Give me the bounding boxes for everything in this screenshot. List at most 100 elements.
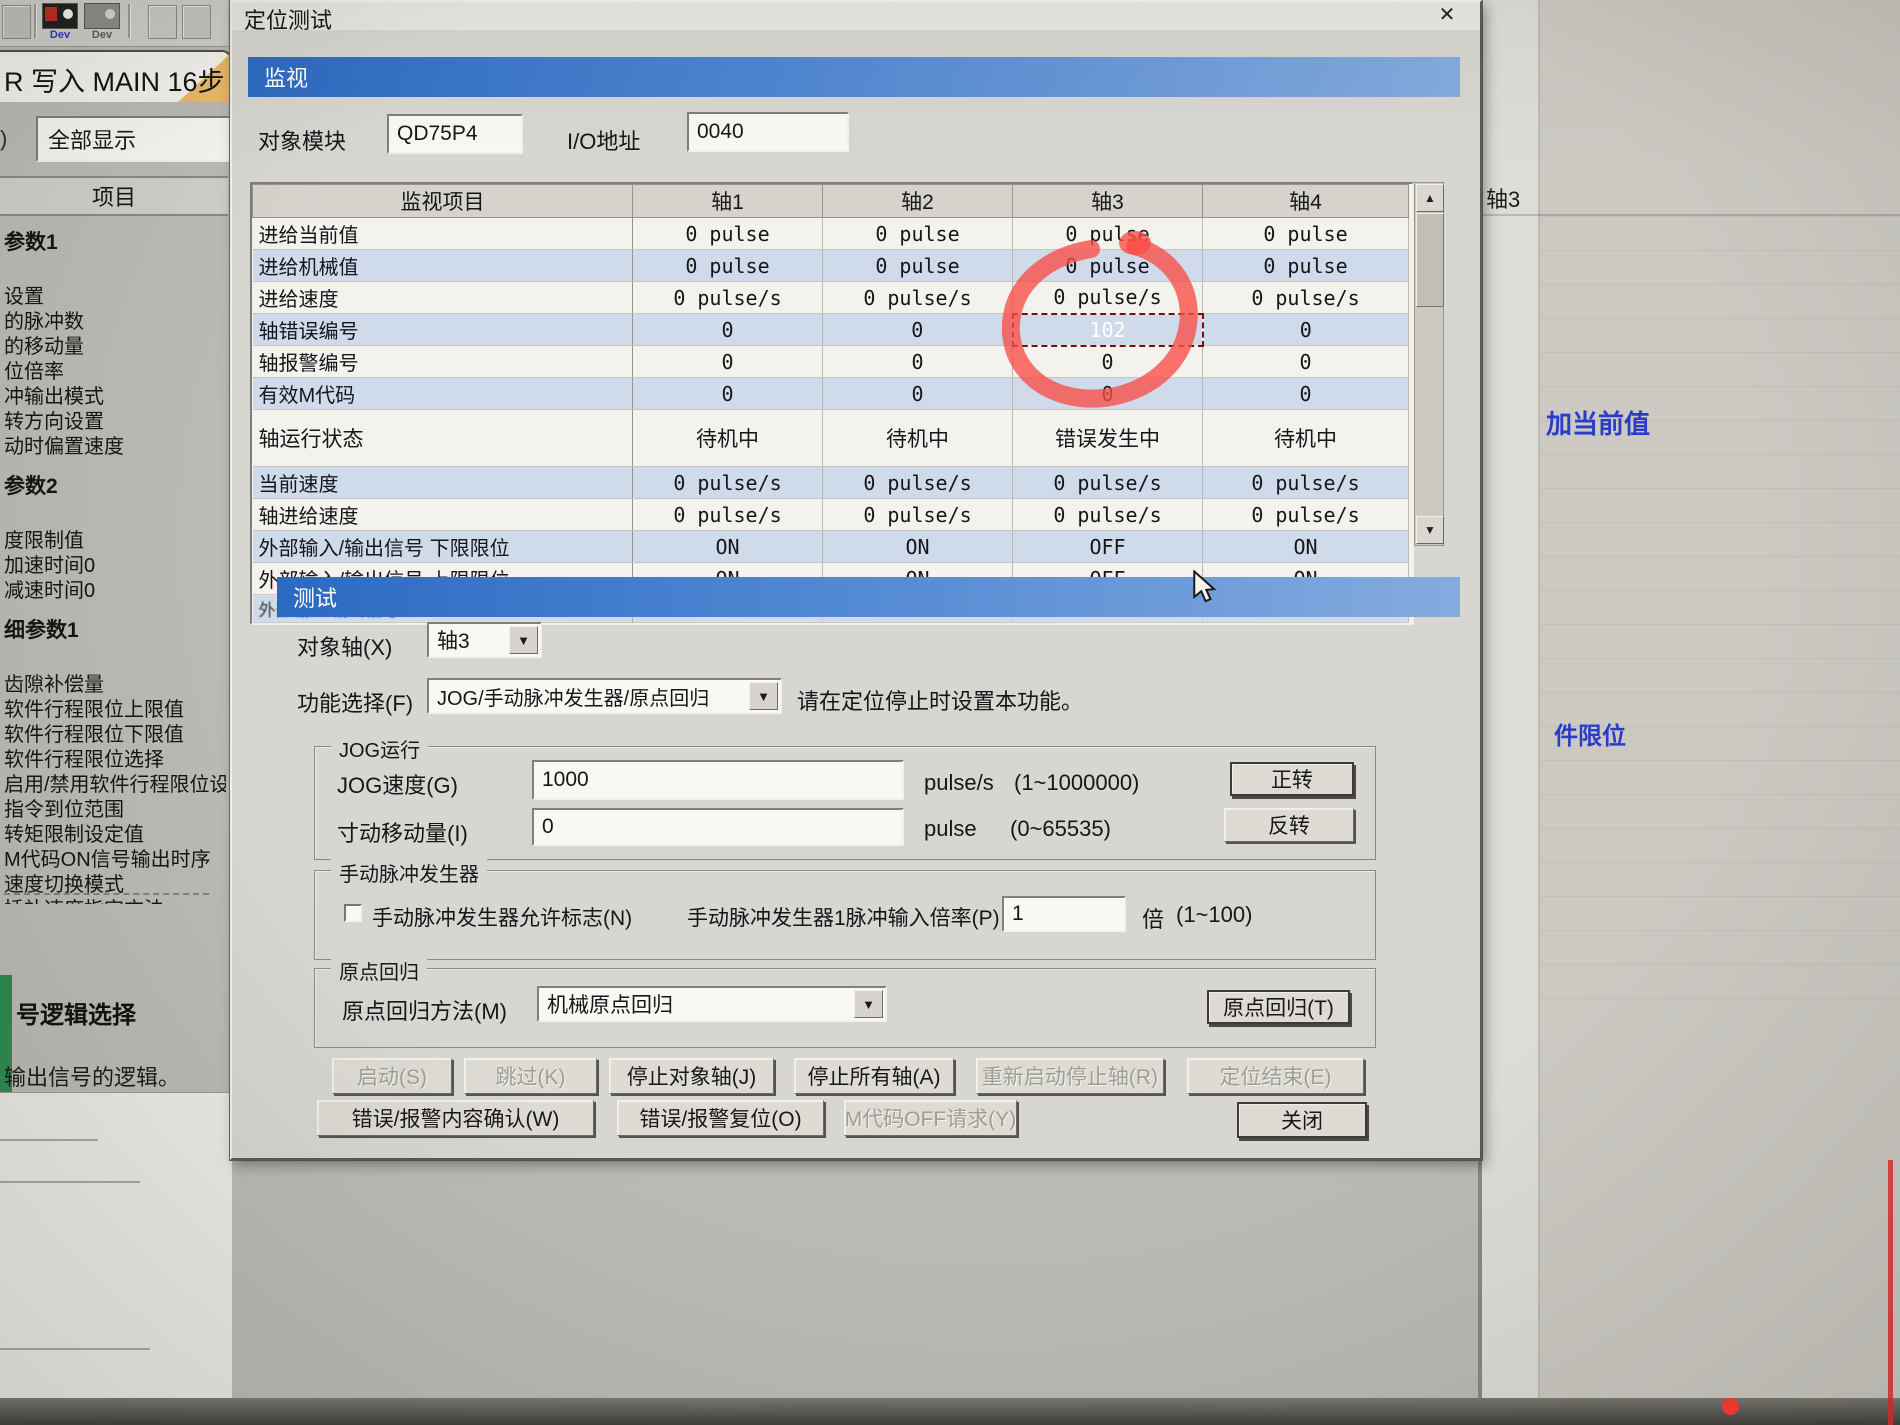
tree-item[interactable]: 参数1	[0, 230, 226, 255]
monitor-table-scrollbar[interactable]: ▲ ▼	[1414, 182, 1444, 546]
monitor-cell-axis4: 0	[1203, 346, 1409, 378]
error-alarm-confirm-button[interactable]: 错误/报警内容确认(W)	[317, 1100, 594, 1136]
tree-item[interactable]: 设置	[0, 285, 226, 310]
mpg-enable-checkbox[interactable]	[344, 904, 362, 922]
monitor-cell-axis2: 0	[823, 314, 1013, 346]
tree-item[interactable]: 动时偏置速度	[0, 435, 226, 460]
monitor-table-row: 当前速度 0 pulse/s 0 pulse/s 0 pulse/s 0 pul…	[253, 467, 1409, 499]
toolbar-icon[interactable]	[148, 5, 177, 39]
monitor-cell-axis4: 待机中	[1203, 410, 1409, 467]
inching-amount-input[interactable]: 0	[532, 808, 904, 846]
dev-tool-icon[interactable]: Dev	[42, 3, 78, 43]
target-axis-dropdown[interactable]: 轴3 ▼	[427, 622, 542, 658]
dev-tool-icon-disabled[interactable]: Dev	[84, 3, 120, 43]
stop-all-axes-button[interactable]: 停止所有轴(A)	[794, 1058, 954, 1094]
tree-item[interactable]: 参数2	[0, 474, 226, 499]
io-address-field[interactable]: 0040	[687, 112, 849, 152]
tree-item[interactable]: 软件行程限位选择	[0, 748, 226, 773]
monitor-cell-axis2: 0 pulse	[823, 250, 1013, 282]
opr-start-button[interactable]: 原点回归(T)	[1207, 990, 1350, 1024]
tree-item[interactable]: 指令到位范围	[0, 798, 226, 823]
stop-target-axis-button[interactable]: 停止对象轴(J)	[609, 1058, 774, 1094]
target-module-field[interactable]: QD75P4	[387, 114, 523, 154]
monitor-cell-axis4: 0 pulse	[1203, 218, 1409, 250]
scrollbar-thumb[interactable]	[1416, 213, 1444, 307]
tree-item[interactable]: 转方向设置	[0, 410, 226, 435]
monitor-cell-axis2: 0 pulse/s	[823, 467, 1013, 499]
inching-amount-label: 寸动移动量(I)	[337, 816, 468, 848]
toolbar-separator	[128, 4, 130, 38]
start-button[interactable]: 启动(S)	[332, 1058, 452, 1094]
monitor-table-header-row: 监视项目 轴1 轴2 轴3 轴4	[253, 185, 1409, 218]
monitor-cell-axis1: 0	[633, 378, 823, 410]
close-icon[interactable]: ✕	[1432, 2, 1462, 26]
tree-divider	[4, 893, 209, 895]
monitor-cell-axis1: 0 pulse	[633, 218, 823, 250]
right-panel-link-limit[interactable]: 件限位	[1554, 716, 1626, 751]
skip-button[interactable]: 跳过(K)	[464, 1058, 597, 1094]
reverse-rotation-button[interactable]: 反转	[1224, 808, 1354, 842]
monitor-cell-axis4: 0 pulse/s	[1203, 467, 1409, 499]
tree-item[interactable]: 插补速度指定方法	[0, 898, 226, 904]
scroll-up-icon[interactable]: ▲	[1416, 184, 1444, 212]
monitor-cell-axis2: 待机中	[823, 410, 1013, 467]
tree-item[interactable]: 转矩限制设定值	[0, 823, 226, 848]
mpg-rate-input[interactable]: 1	[1002, 896, 1126, 932]
editor-tab[interactable]: R 写入 MAIN 16步	[0, 50, 232, 102]
tree-item[interactable]: 软件行程限位下限值	[0, 723, 226, 748]
positioning-end-button[interactable]: 定位结束(E)	[1187, 1058, 1364, 1094]
monitor-cell-axis3: 0	[1013, 378, 1203, 410]
toolbar-separator	[34, 4, 36, 38]
tree-item[interactable]: 的脉冲数	[0, 310, 226, 335]
toolbar-icon[interactable]	[182, 5, 211, 39]
forward-rotation-button[interactable]: 正转	[1230, 762, 1354, 796]
restart-stopped-axis-button[interactable]: 重新启动停止轴(R)	[976, 1058, 1164, 1094]
tree-item[interactable]: M代码ON信号输出时序	[0, 848, 226, 873]
mcode-off-request-button[interactable]: M代码OFF请求(Y)	[844, 1100, 1017, 1136]
tree-item[interactable]: 启用/禁用软件行程限位设置	[0, 773, 226, 798]
function-select-value: JOG/手动脉冲发生器/原点回归	[437, 682, 709, 711]
mpg-rate-range: (1~100)	[1176, 902, 1252, 928]
monitor-cell-axis2: 0 pulse	[823, 218, 1013, 250]
error-alarm-reset-button[interactable]: 错误/报警复位(O)	[617, 1100, 824, 1136]
inching-amount-value: 0	[542, 815, 554, 839]
monitor-table-row: 轴进给速度 0 pulse/s 0 pulse/s 0 pulse/s 0 pu…	[253, 499, 1409, 531]
jog-speed-input[interactable]: 1000	[532, 760, 904, 800]
monitor-cell-axis4: 0 pulse/s	[1203, 282, 1409, 314]
tree-item[interactable]: 加速时间0	[0, 554, 226, 579]
tree-item[interactable]: 软件行程限位上限值	[0, 698, 226, 723]
monitor-item-label: 有效M代码	[253, 378, 633, 410]
target-module-value: QD75P4	[397, 122, 478, 146]
monitor-table: 监视项目 轴1 轴2 轴3 轴4 进给当前值 0 pulse 0 pulse 0…	[250, 182, 1414, 625]
monitor-table-row: 进给机械值 0 pulse 0 pulse 0 pulse 0 pulse	[253, 250, 1409, 282]
chevron-down-icon[interactable]: ▼	[509, 626, 538, 654]
chevron-down-icon[interactable]: ▼	[854, 990, 883, 1018]
monitor-item-label: 进给速度	[253, 282, 633, 314]
target-module-label: 对象模块	[258, 124, 346, 156]
close-button[interactable]: 关闭	[1237, 1102, 1367, 1138]
monitor-cell-axis2: ON	[823, 531, 1013, 563]
tree-item[interactable]: 细参数1	[0, 618, 226, 643]
tree-item[interactable]: 齿隙补偿量	[0, 673, 226, 698]
function-select-dropdown[interactable]: JOG/手动脉冲发生器/原点回归 ▼	[427, 678, 782, 714]
tree-item[interactable]: 的移动量	[0, 335, 226, 360]
function-hint-text: 请在定位停止时设置本功能。	[797, 684, 1083, 716]
logic-select-section-title: 号逻辑选择	[16, 995, 136, 1030]
monitor-item-label: 轴错误编号	[253, 314, 633, 346]
chevron-down-icon[interactable]: ▼	[749, 682, 778, 710]
toolbar-icon[interactable]	[2, 5, 31, 39]
right-panel-rows	[1540, 216, 1900, 1016]
monitor-item-label: 外部输入/输出信号 下限限位	[253, 531, 633, 563]
tree-item[interactable]: 位倍率	[0, 360, 226, 385]
dialog-titlebar[interactable]: 定位测试 ✕	[232, 2, 1480, 30]
opr-method-dropdown[interactable]: 机械原点回归 ▼	[537, 986, 887, 1022]
tree-item[interactable]: 度限制值	[0, 529, 226, 554]
monitor-cell-axis1: 0	[633, 346, 823, 378]
monitor-item-label: 轴报警编号	[253, 346, 633, 378]
display-filter-combobox[interactable]: 全部显示	[36, 116, 236, 162]
tree-item[interactable]: 减速时间0	[0, 579, 226, 604]
scroll-down-icon[interactable]: ▼	[1416, 516, 1444, 544]
monitor-table-row: 轴报警编号 0 0 0 0	[253, 346, 1409, 378]
right-panel-link-current-value[interactable]: 加当前值	[1546, 404, 1650, 441]
tree-item[interactable]: 冲输出模式	[0, 385, 226, 410]
